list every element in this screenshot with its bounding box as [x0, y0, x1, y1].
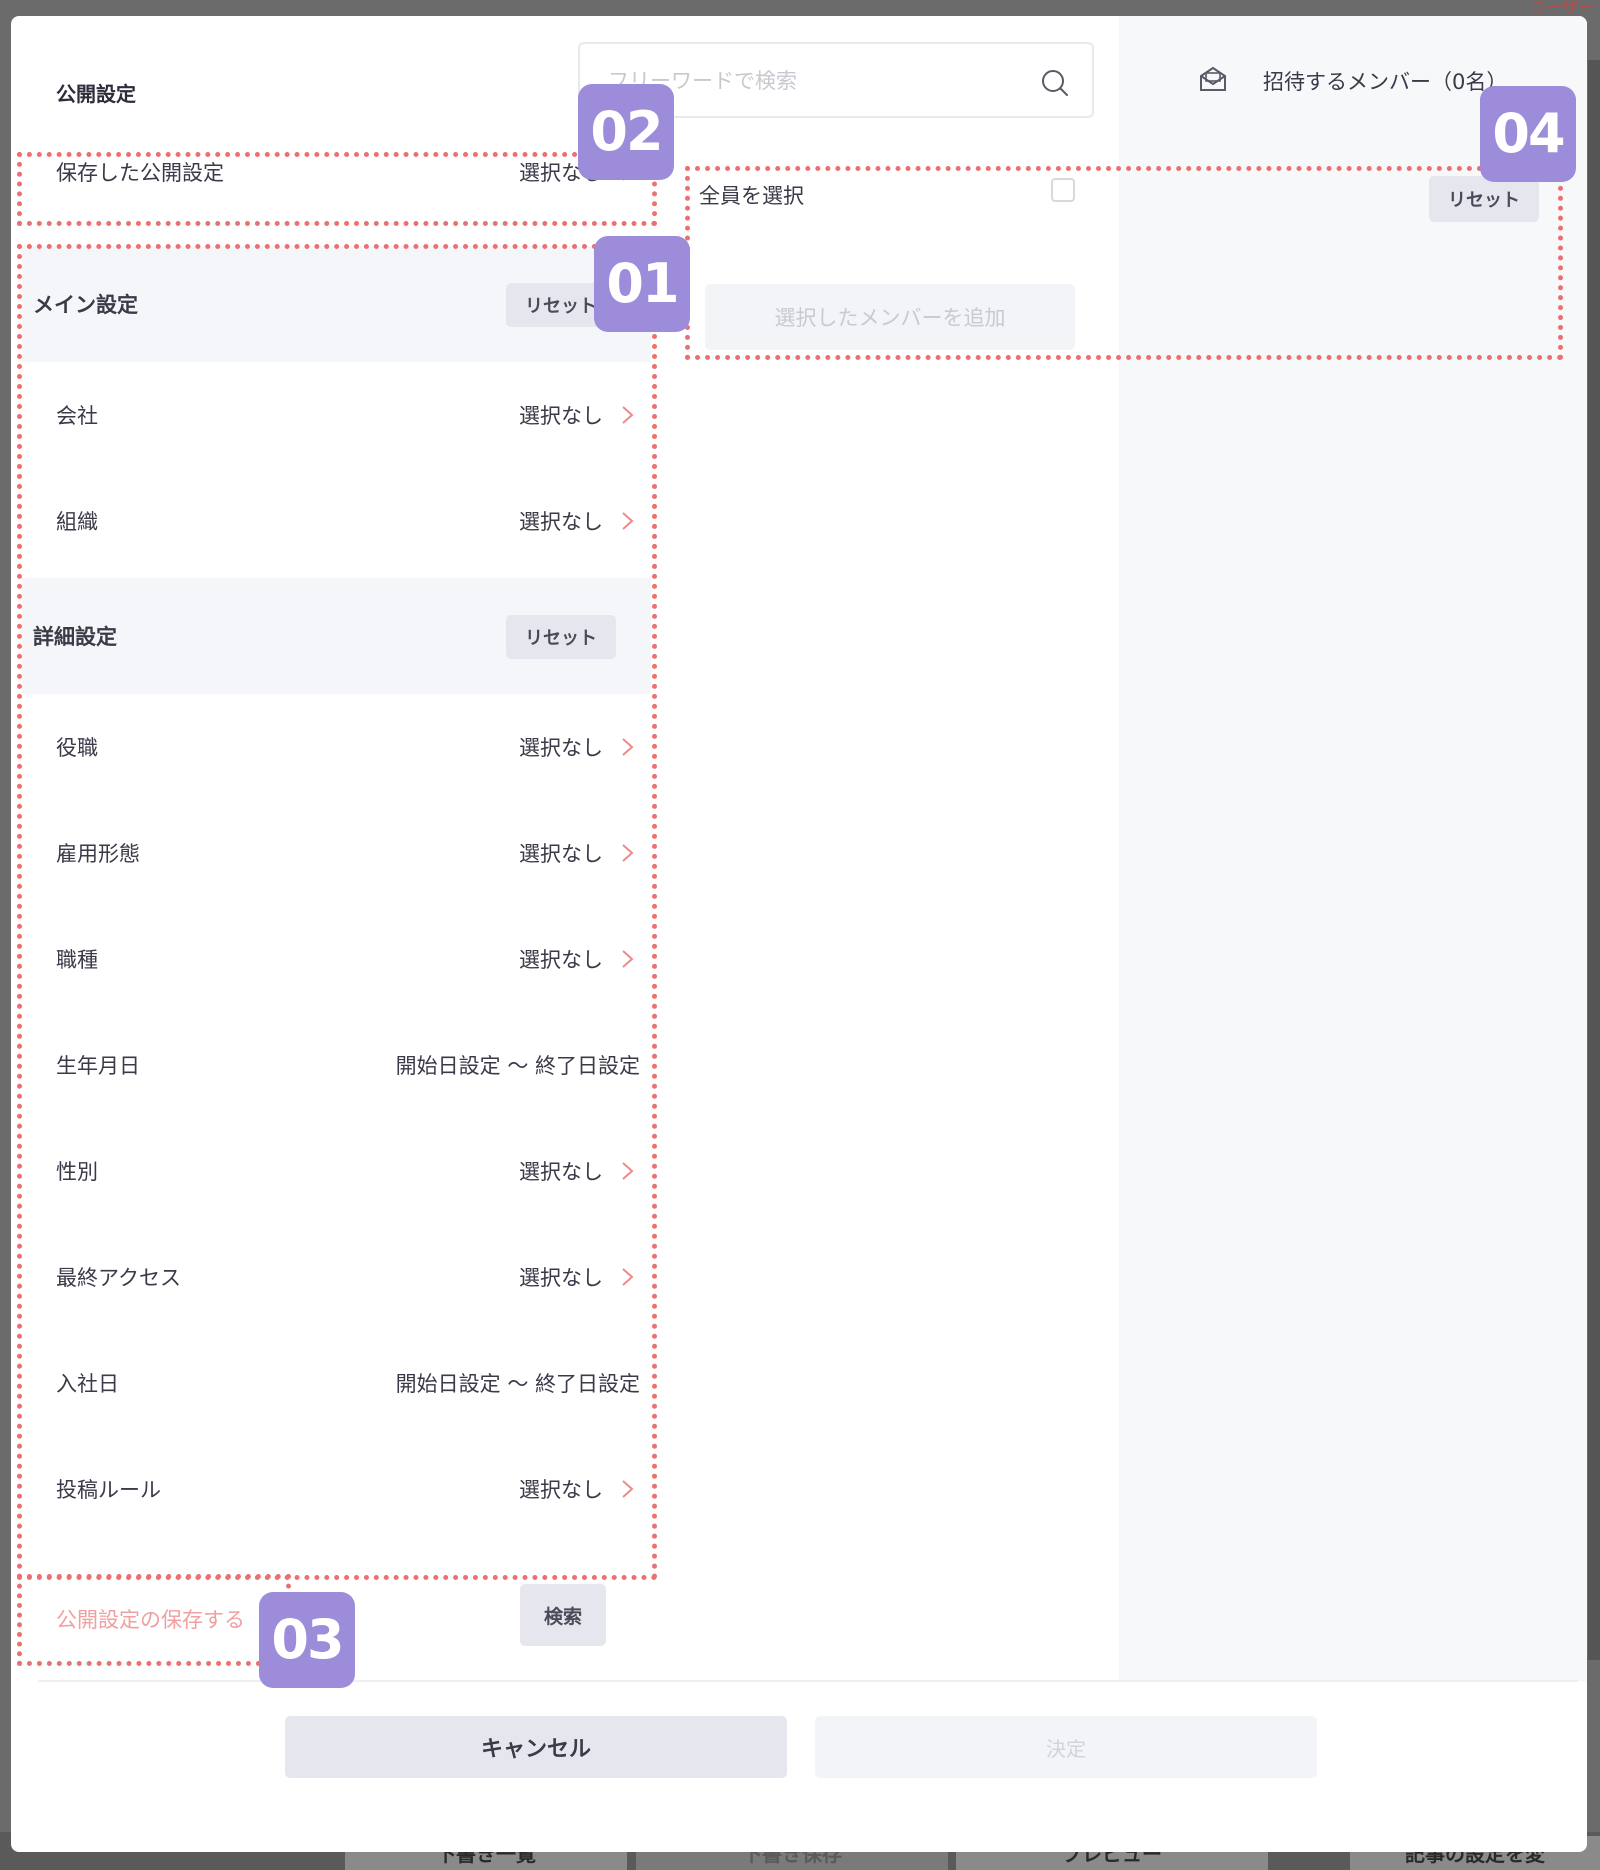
- invite-members-label: 招待するメンバー（0名）: [1263, 70, 1508, 94]
- organization-value: 選択なし: [519, 510, 603, 534]
- search-icon[interactable]: [1040, 68, 1070, 98]
- organization-row[interactable]: 組織 選択なし: [22, 468, 651, 574]
- main-settings-section: メイン設定 リセット: [22, 246, 651, 362]
- search-button[interactable]: 検索: [520, 1584, 606, 1646]
- job-type-label: 職種: [56, 948, 98, 972]
- save-settings-link[interactable]: 公開設定の保存する: [56, 1604, 245, 1634]
- annotation-badge-02: 02: [578, 84, 674, 180]
- birthdate-row[interactable]: 生年月日 開始日設定 〜 終了日設定: [22, 1012, 651, 1118]
- company-label: 会社: [56, 404, 98, 428]
- saved-settings-row[interactable]: 保存した公開設定 選択なし: [22, 140, 651, 204]
- gender-label: 性別: [56, 1160, 98, 1184]
- hire-date-label: 入社日: [56, 1372, 119, 1396]
- modal-title: 公開設定: [56, 82, 136, 106]
- last-access-row[interactable]: 最終アクセス 選択なし: [22, 1224, 651, 1330]
- organization-label: 組織: [56, 510, 98, 534]
- hire-date-range[interactable]: 開始日設定 〜 終了日設定: [396, 1368, 640, 1398]
- position-value: 選択なし: [519, 736, 603, 760]
- publish-settings-modal: 公開設定 招待するメンバー（0名） 保存した公開設定 選択なし メイン設定 リセ…: [11, 16, 1587, 1852]
- envelope-icon: [1200, 66, 1226, 91]
- confirm-button[interactable]: 決定: [815, 1716, 1317, 1778]
- posting-rule-label: 投稿ルール: [56, 1478, 161, 1502]
- last-access-label: 最終アクセス: [56, 1266, 181, 1290]
- chevron-right-icon: [622, 844, 634, 862]
- job-type-value: 選択なし: [519, 948, 603, 972]
- chevron-right-icon: [622, 1162, 634, 1180]
- main-settings-title: メイン設定: [33, 293, 138, 317]
- gender-value: 選択なし: [519, 1160, 603, 1184]
- posting-rule-value: 選択なし: [519, 1478, 603, 1502]
- last-access-value: 選択なし: [519, 1266, 603, 1290]
- employment-type-row[interactable]: 雇用形態 選択なし: [22, 800, 651, 906]
- employment-type-value: 選択なし: [519, 842, 603, 866]
- birthdate-label: 生年月日: [56, 1054, 140, 1078]
- birthdate-range[interactable]: 開始日設定 〜 終了日設定: [396, 1050, 640, 1080]
- detail-settings-title: 詳細設定: [33, 625, 117, 649]
- chevron-right-icon: [622, 950, 634, 968]
- chevron-right-icon: [622, 738, 634, 756]
- company-row[interactable]: 会社 選択なし: [22, 362, 651, 468]
- posting-rule-row[interactable]: 投稿ルール 選択なし: [22, 1436, 651, 1542]
- chevron-right-icon: [622, 1268, 634, 1286]
- chevron-right-icon: [622, 512, 634, 530]
- position-label: 役職: [56, 736, 98, 760]
- background-scrollbar: [1588, 60, 1600, 1660]
- annotation-badge-04: 04: [1480, 86, 1576, 182]
- detail-reset-button[interactable]: リセット: [506, 615, 616, 659]
- members-panel: [1119, 16, 1587, 1681]
- detail-settings-section: 詳細設定 リセット: [22, 578, 651, 694]
- company-value: 選択なし: [519, 404, 603, 428]
- gender-row[interactable]: 性別 選択なし: [22, 1118, 651, 1224]
- select-all-checkbox[interactable]: [1051, 178, 1075, 202]
- chevron-right-icon: [622, 406, 634, 424]
- annotation-badge-01: 01: [594, 236, 690, 332]
- annotation-badge-03: 03: [259, 1592, 355, 1688]
- members-reset-button[interactable]: リセット: [1429, 176, 1539, 222]
- hire-date-row[interactable]: 入社日 開始日設定 〜 終了日設定: [22, 1330, 651, 1436]
- select-all-label: 全員を選択: [699, 184, 804, 208]
- chevron-right-icon: [622, 1480, 634, 1498]
- saved-settings-label: 保存した公開設定: [56, 161, 224, 185]
- position-row[interactable]: 役職 選択なし: [22, 694, 651, 800]
- job-type-row[interactable]: 職種 選択なし: [22, 906, 651, 1012]
- add-selected-members-button[interactable]: 選択したメンバーを追加: [705, 284, 1075, 350]
- cancel-button[interactable]: キャンセル: [285, 1716, 787, 1778]
- employment-type-label: 雇用形態: [56, 842, 140, 866]
